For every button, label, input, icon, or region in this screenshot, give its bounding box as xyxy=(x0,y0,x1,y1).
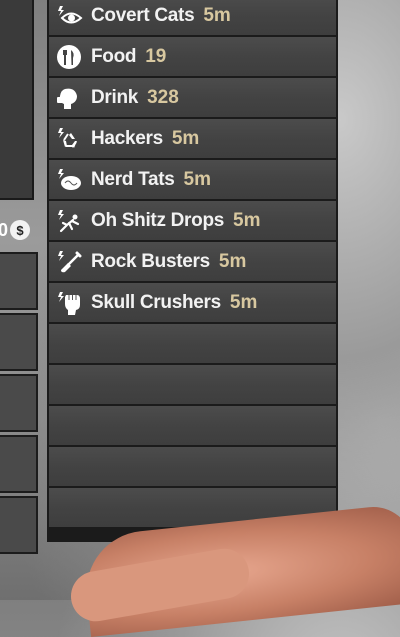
buff-value: 5m xyxy=(233,209,261,231)
buff-row[interactable]: Oh Shitz Drops 5m xyxy=(49,201,336,240)
buff-name: Rock Busters xyxy=(91,250,210,272)
buff-name: Food xyxy=(91,45,137,67)
left-inventory-slots xyxy=(0,252,38,557)
buff-value: 5m xyxy=(183,168,211,190)
buff-name: Covert Cats xyxy=(91,4,195,26)
buff-name: Hackers xyxy=(91,127,163,149)
buff-name: Skull Crushers xyxy=(91,291,221,313)
inventory-slot[interactable] xyxy=(0,435,38,493)
buff-value: 5m xyxy=(171,127,200,149)
currency-amount: 0 xyxy=(0,219,9,240)
buff-row-empty xyxy=(49,406,336,445)
brain-icon xyxy=(55,166,83,194)
inventory-slot[interactable] xyxy=(0,374,38,432)
buff-row[interactable]: Drink 328 xyxy=(49,78,336,117)
buff-name: Drink xyxy=(91,86,139,108)
buff-row[interactable]: Covert Cats 5m xyxy=(49,0,336,35)
drink-head-icon xyxy=(55,84,83,112)
buff-value: 328 xyxy=(147,86,179,108)
buff-name: Oh Shitz Drops xyxy=(91,209,225,231)
buff-value: 5m xyxy=(218,250,247,272)
buff-row-empty xyxy=(49,324,336,363)
buff-row[interactable]: Hackers 5m xyxy=(49,119,336,158)
shovel-icon xyxy=(55,248,83,276)
inventory-slot[interactable] xyxy=(0,496,38,554)
buff-list: Covert Cats 5m Food 19 Drink 328 Hackers… xyxy=(47,0,338,542)
buff-value: 5m xyxy=(229,291,258,313)
buff-row-empty xyxy=(49,365,336,404)
fork-knife-icon xyxy=(55,43,83,71)
buff-row-empty xyxy=(49,447,336,486)
inventory-slot[interactable] xyxy=(0,252,38,310)
inventory-slot[interactable] xyxy=(0,313,38,371)
buff-row[interactable]: Rock Busters 5m xyxy=(49,242,336,281)
eye-icon xyxy=(55,2,83,30)
currency-display: 0 $ xyxy=(0,216,31,244)
left-panel-frame xyxy=(0,0,34,200)
buff-row[interactable]: Food 19 xyxy=(49,37,336,76)
buff-value: 5m xyxy=(203,4,231,26)
buff-value: 19 xyxy=(145,45,167,67)
coin-icon: $ xyxy=(10,220,31,240)
buff-row[interactable]: Nerd Tats 5m xyxy=(49,160,336,199)
fist-icon xyxy=(55,289,83,317)
buff-row[interactable]: Skull Crushers 5m xyxy=(49,283,336,322)
falling-man-icon xyxy=(55,207,83,235)
recycle-icon xyxy=(55,125,83,153)
buff-name: Nerd Tats xyxy=(91,168,175,190)
